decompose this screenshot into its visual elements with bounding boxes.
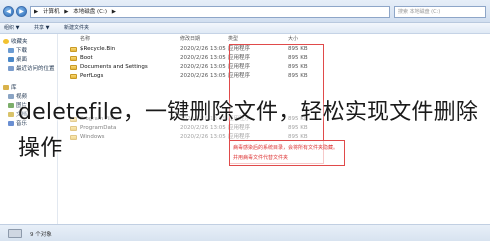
file-name: PerfLogs	[80, 73, 104, 79]
command-bar: 组织 ▼ 共享 ▼ 新建文件夹	[0, 23, 490, 34]
documents-icon	[8, 112, 14, 117]
file-date: 2020/2/26 13:05	[180, 73, 226, 79]
sidebar-item-libraries[interactable]: 库	[3, 84, 17, 92]
back-button[interactable]: ◀	[3, 6, 14, 17]
sidebar-item-desktop[interactable]: 桌面	[8, 56, 27, 64]
recent-places-icon	[8, 66, 14, 71]
column-header-type[interactable]: 类型	[228, 35, 238, 42]
file-date: 2020/2/26 13:05	[180, 46, 226, 52]
breadcrumb-computer[interactable]: 计算机	[43, 9, 60, 15]
column-header-name[interactable]: 名称	[80, 35, 90, 42]
video-icon	[8, 94, 14, 99]
new-folder-button[interactable]: 新建文件夹	[64, 23, 89, 34]
library-icon	[3, 85, 9, 90]
file-name: Documents and Settings	[80, 64, 148, 70]
forward-arrow-icon: ▶	[19, 8, 24, 15]
folder-icon	[70, 64, 77, 70]
title-bar: ◀ ▶ ▶ 计算机 ▶ 本地磁盘 (C:) ▶ 搜索 本地磁盘 (C:)	[0, 0, 490, 23]
forward-button[interactable]: ▶	[16, 6, 27, 17]
breadcrumb-separator: ▶	[64, 9, 69, 15]
pictures-icon	[8, 103, 14, 108]
column-header-date[interactable]: 修改日期	[180, 35, 200, 42]
item-count: 9 个对象	[30, 232, 52, 238]
folder-icon	[70, 46, 77, 52]
back-arrow-icon: ◀	[6, 8, 11, 15]
sidebar-item-downloads[interactable]: 下载	[8, 47, 27, 55]
sidebar-item-recent-places[interactable]: 最近访问的位置	[8, 65, 55, 73]
folder-icon	[70, 55, 77, 61]
star-icon	[3, 39, 9, 44]
download-folder-icon	[8, 48, 14, 53]
sidebar-item-favorites[interactable]: 收藏夹	[3, 38, 28, 46]
share-button[interactable]: 共享 ▼	[34, 23, 49, 34]
breadcrumb-separator: ▶	[111, 9, 116, 15]
file-date: 2020/2/26 13:05	[180, 55, 226, 61]
file-date: 2020/2/26 13:05	[180, 64, 226, 70]
organize-button[interactable]: 组织 ▼	[4, 23, 19, 34]
file-name: $Recycle.Bin	[80, 46, 116, 52]
breadcrumb-separator: ▶	[34, 9, 39, 15]
folder-icon	[70, 73, 77, 79]
music-icon	[8, 121, 14, 126]
overlay-caption: deletefile，一键删除文件，轻松实现文件删除操作	[18, 100, 479, 161]
column-header-size[interactable]: 大小	[288, 35, 298, 42]
drive-icon	[8, 229, 22, 238]
address-bar[interactable]: ▶ 计算机 ▶ 本地磁盘 (C:) ▶	[30, 6, 390, 18]
breadcrumb-local-disk[interactable]: 本地磁盘 (C:)	[73, 9, 107, 15]
desktop-icon	[8, 57, 14, 62]
search-input[interactable]: 搜索 本地磁盘 (C:)	[394, 6, 486, 18]
status-bar: 9 个对象	[0, 224, 490, 241]
file-name: Boot	[80, 55, 93, 61]
